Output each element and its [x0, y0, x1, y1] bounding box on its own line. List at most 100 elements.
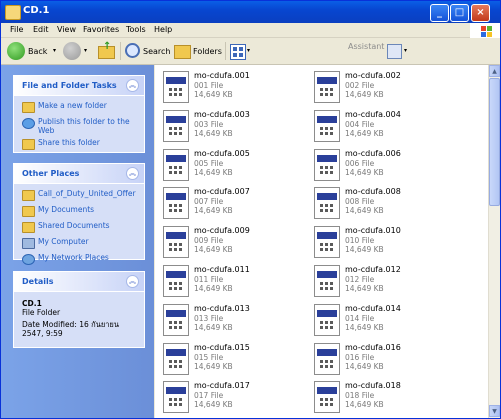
publish-folder-link[interactable]: Publish this folder to the Web [22, 117, 140, 135]
assistant-button[interactable]: ▾ [387, 42, 411, 60]
collapse-chevron-icon[interactable]: ︽ [126, 167, 139, 180]
file-size: 14,649 KB [194, 128, 233, 138]
forward-button[interactable]: ▾ [63, 42, 91, 60]
folders-icon [174, 45, 191, 59]
minimize-button[interactable]: _ [430, 4, 449, 22]
maximize-button[interactable]: □ [450, 4, 469, 22]
up-folder-button[interactable]: ↑ [97, 41, 115, 60]
file-name: mo-cdufa.011 [194, 265, 250, 274]
back-button[interactable]: Back ▾ [7, 42, 59, 60]
vertical-scrollbar[interactable]: ▲ ▼ [488, 65, 500, 418]
file-item[interactable]: mo-cdufa.012 012 File 14,649 KB [310, 263, 460, 300]
menu-help[interactable]: Help [154, 25, 172, 34]
menu-tools[interactable]: Tools [126, 25, 146, 34]
file-item[interactable]: mo-cdufa.014 014 File 14,649 KB [310, 302, 460, 339]
windows-logo [470, 23, 500, 38]
file-size: 14,649 KB [194, 322, 233, 332]
place-call-of-duty[interactable]: Call_of_Duty_United_Offer [22, 189, 140, 202]
file-item[interactable]: mo-cdufa.001 001 File 14,649 KB [159, 69, 309, 106]
details-modified: Date Modified: 16 กันยายน 2547, 9:59 [22, 320, 119, 338]
panel-header[interactable]: File and Folder Tasks ︽ [14, 76, 144, 96]
collapse-chevron-icon[interactable]: ︽ [126, 275, 139, 288]
share-folder-link[interactable]: Share this folder [22, 138, 140, 151]
file-item[interactable]: mo-cdufa.007 007 File 14,649 KB [159, 185, 309, 222]
file-name: mo-cdufa.015 [194, 342, 250, 352]
panel-header[interactable]: Details ︽ [14, 272, 144, 292]
file-item[interactable]: mo-cdufa.016 016 File 14,649 KB [310, 341, 460, 378]
file-icon [163, 148, 189, 181]
file-item[interactable]: mo-cdufa.006 006 File 14,649 KB [310, 147, 460, 184]
file-name: mo-cdufa.007 [194, 187, 250, 197]
file-item[interactable]: mo-cdufa.009 009 File 14,649 KB [159, 224, 309, 261]
folder-icon [5, 5, 21, 20]
file-name: mo-cdufa.004 [345, 109, 401, 119]
place-my-documents[interactable]: My Documents [22, 205, 140, 218]
shared-folder-icon [22, 222, 35, 233]
file-item[interactable]: mo-cdufa.003 003 File 14,649 KB [159, 108, 309, 145]
explorer-window: CD.1 _ □ × File Edit View Favorites Tool… [0, 0, 501, 419]
file-size: 14,649 KB [345, 167, 384, 177]
file-item[interactable]: mo-cdufa.010 010 File 14,649 KB [310, 224, 460, 261]
collapse-chevron-icon[interactable]: ︽ [126, 79, 139, 92]
place-my-network-places[interactable]: My Network Places [22, 253, 140, 266]
file-icon [163, 226, 189, 259]
menu-favorites[interactable]: Favorites [83, 25, 119, 34]
file-icon [163, 342, 189, 375]
file-item[interactable]: mo-cdufa.002 002 File 14,649 KB [310, 69, 460, 106]
file-item[interactable]: mo-cdufa.018 018 File 14,649 KB [310, 379, 460, 416]
file-item[interactable]: mo-cdufa.008 008 File 14,649 KB [310, 185, 460, 222]
file-size: 14,649 KB [194, 400, 233, 410]
file-size: 14,649 KB [345, 400, 384, 410]
file-type: 001 File [194, 81, 224, 90]
search-button[interactable]: Search [125, 42, 170, 60]
details-panel: Details ︽ CD.1 File Folder Date Modified… [13, 271, 145, 348]
file-type: 012 File [345, 275, 375, 284]
file-icon [163, 265, 189, 297]
panel-header[interactable]: Other Places ︽ [14, 164, 144, 184]
scroll-thumb[interactable] [489, 78, 500, 206]
file-item[interactable]: mo-cdufa.013 013 File 14,649 KB [159, 302, 309, 339]
place-shared-documents[interactable]: Shared Documents [22, 221, 140, 234]
folders-button[interactable]: Folders [174, 42, 222, 60]
menu-view[interactable]: View [57, 25, 76, 34]
file-name: mo-cdufa.002 [345, 71, 401, 80]
file-icon [163, 381, 189, 414]
file-type: 006 File [345, 158, 375, 168]
file-type: 013 File [194, 313, 224, 323]
file-list: mo-cdufa.001 001 File 14,649 KB mo-cdufa.00… [155, 65, 488, 418]
file-name: mo-cdufa.005 [194, 148, 250, 158]
file-type: 014 File [345, 313, 375, 323]
file-item[interactable]: mo-cdufa.017 017 File 14,649 KB [159, 379, 309, 416]
window-title: CD.1 [23, 5, 50, 16]
scroll-down-button[interactable]: ▼ [489, 405, 500, 417]
file-type: 016 File [345, 352, 375, 362]
folder-icon [22, 190, 35, 201]
file-name: mo-cdufa.008 [345, 187, 401, 197]
file-name: mo-cdufa.009 [194, 226, 250, 236]
menu-edit[interactable]: Edit [33, 25, 49, 34]
file-type: 010 File [345, 236, 375, 246]
file-icon [314, 303, 340, 336]
file-type: 004 File [345, 119, 375, 129]
documents-folder-icon [22, 206, 35, 217]
scroll-up-button[interactable]: ▲ [489, 65, 500, 77]
file-name: mo-cdufa.017 [194, 381, 250, 391]
file-name: mo-cdufa.013 [194, 303, 250, 313]
file-icon [163, 303, 189, 336]
network-icon [22, 254, 35, 265]
make-new-folder-link[interactable]: Make a new folder [22, 101, 140, 114]
title-bar[interactable]: CD.1 _ □ × [1, 1, 500, 23]
close-button[interactable]: × [471, 4, 490, 22]
file-item[interactable]: mo-cdufa.004 004 File 14,649 KB [310, 108, 460, 145]
file-size: 14,649 KB [345, 90, 384, 99]
views-button[interactable]: ▾ [230, 42, 254, 60]
file-item[interactable]: mo-cdufa.005 005 File 14,649 KB [159, 147, 309, 184]
file-type: 018 File [345, 391, 375, 401]
file-item[interactable]: mo-cdufa.015 015 File 14,649 KB [159, 341, 309, 378]
menu-file[interactable]: File [10, 25, 23, 34]
chevron-down-icon: ▾ [53, 47, 57, 54]
place-my-computer[interactable]: My Computer [22, 237, 140, 250]
file-item[interactable]: mo-cdufa.011 011 File 14,649 KB [159, 263, 309, 300]
other-places-panel: Other Places ︽ Call_of_Duty_United_Offer… [13, 163, 145, 265]
file-size: 14,649 KB [194, 361, 233, 371]
